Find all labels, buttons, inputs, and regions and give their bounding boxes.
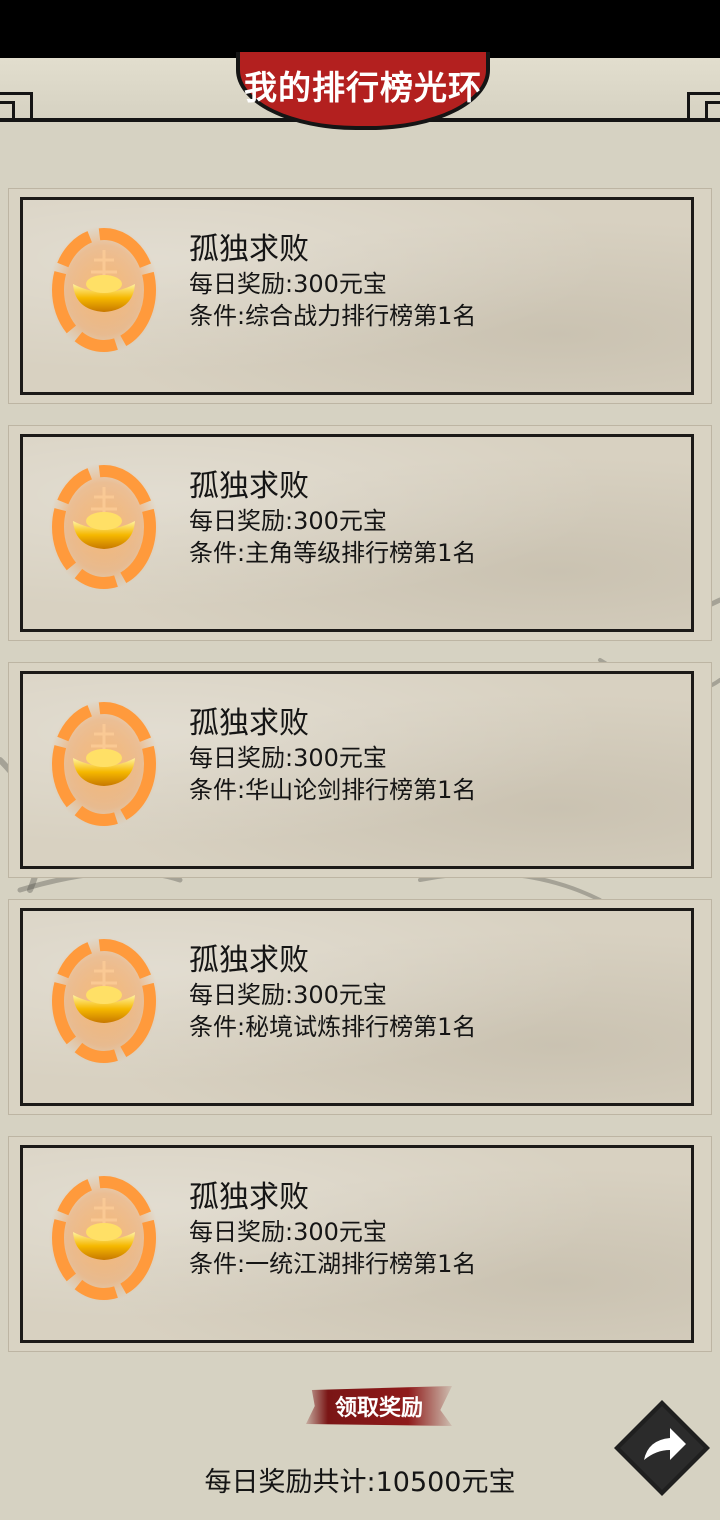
card-condition: 条件:华山论剑排行榜第1名: [189, 776, 477, 804]
card-condition: 条件:秘境试炼排行榜第1名: [189, 1013, 477, 1041]
card-panel: 孤独求败 每日奖励:300元宝 条件:综合战力排行榜第1名: [20, 197, 694, 395]
halo-card: 孤独求败 每日奖励:300元宝 条件:华山论剑排行榜第1名: [8, 662, 712, 878]
card-reward: 每日奖励:300元宝: [189, 981, 387, 1009]
claim-reward-button[interactable]: 领取奖励: [306, 1386, 452, 1426]
card-panel: 孤独求败 每日奖励:300元宝 条件:主角等级排行榜第1名: [20, 434, 694, 632]
page-title: 我的排行榜光环: [244, 68, 482, 107]
share-arrow-icon[interactable]: [612, 1398, 712, 1498]
header-ornament-left: [0, 92, 33, 120]
card-condition: 条件:综合战力排行榜第1名: [189, 302, 477, 330]
card-panel: 孤独求败 每日奖励:300元宝 条件:华山论剑排行榜第1名: [20, 671, 694, 869]
card-title: 孤独求败: [189, 706, 309, 741]
card-reward: 每日奖励:300元宝: [189, 744, 387, 772]
halo-card: 孤独求败 每日奖励:300元宝 条件:综合战力排行榜第1名: [8, 188, 712, 404]
card-title: 孤独求败: [189, 943, 309, 978]
gold-ingot-halo-icon: [49, 1174, 159, 1302]
gold-ingot-halo-icon: [49, 937, 159, 1065]
card-panel: 孤独求败 每日奖励:300元宝 条件:秘境试炼排行榜第1名: [20, 908, 694, 1106]
halo-card: 孤独求败 每日奖励:300元宝 条件:秘境试炼排行榜第1名: [8, 899, 712, 1115]
halo-card: 孤独求败 每日奖励:300元宝 条件:一统江湖排行榜第1名: [8, 1136, 712, 1352]
card-reward: 每日奖励:300元宝: [189, 270, 387, 298]
halo-card: 孤独求败 每日奖励:300元宝 条件:主角等级排行榜第1名: [8, 425, 712, 641]
card-panel: 孤独求败 每日奖励:300元宝 条件:一统江湖排行榜第1名: [20, 1145, 694, 1343]
gold-ingot-halo-icon: [49, 463, 159, 591]
claim-reward-label: 领取奖励: [334, 1396, 423, 1421]
card-condition: 条件:主角等级排行榜第1名: [189, 539, 477, 567]
gold-ingot-halo-icon: [49, 226, 159, 354]
card-reward: 每日奖励:300元宝: [189, 507, 387, 535]
card-title: 孤独求败: [189, 232, 309, 267]
card-reward: 每日奖励:300元宝: [189, 1218, 387, 1246]
status-bar: [0, 0, 720, 58]
card-title: 孤独求败: [189, 1180, 309, 1215]
card-title: 孤独求败: [189, 469, 309, 504]
header-ornament-right: [687, 92, 720, 120]
gold-ingot-halo-icon: [49, 700, 159, 828]
card-condition: 条件:一统江湖排行榜第1名: [189, 1250, 477, 1278]
